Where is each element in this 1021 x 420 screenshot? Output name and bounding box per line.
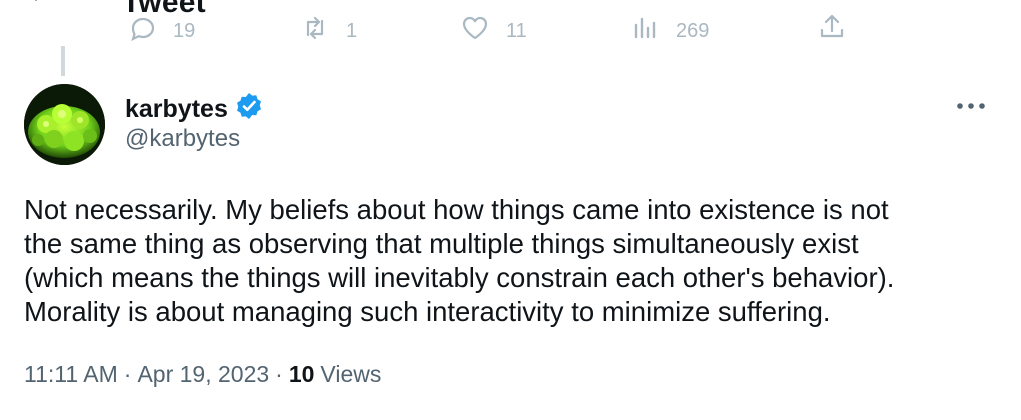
separator: · — [275, 361, 283, 387]
share-button[interactable] — [817, 12, 847, 48]
share-icon — [817, 12, 847, 48]
reply-button[interactable]: 19 — [127, 13, 195, 49]
separator: · — [123, 361, 132, 387]
view-count: 10 — [288, 361, 315, 387]
author-handle[interactable]: @karbytes — [125, 125, 240, 153]
views-label: Views — [320, 361, 382, 387]
more-icon — [955, 103, 987, 124]
reply-icon — [127, 13, 157, 49]
back-arrow-icon[interactable] — [22, 0, 62, 16]
tweet-date[interactable]: Apr 19, 2023 — [137, 361, 269, 388]
thread-connector-line — [61, 46, 65, 76]
verified-badge-icon — [234, 91, 264, 128]
tweet-meta: 11:11 AM · Apr 19, 2023 · 10 Views — [24, 361, 381, 388]
author-name-row[interactable]: karbytes — [125, 91, 264, 128]
reply-count: 19 — [173, 19, 196, 42]
tweet-time[interactable]: 11:11 AM — [24, 361, 118, 388]
bar-chart-icon — [630, 13, 660, 49]
views-button[interactable]: 269 — [630, 13, 709, 49]
like-count: 11 — [506, 19, 527, 42]
heart-icon — [460, 13, 490, 49]
avatar[interactable] — [24, 84, 105, 165]
retweet-button[interactable]: 1 — [300, 13, 357, 49]
tweet-text: Not necessarily. My beliefs about how th… — [24, 194, 895, 327]
retweet-count: 1 — [346, 19, 358, 42]
like-button[interactable]: 11 — [460, 13, 527, 49]
retweet-icon — [300, 13, 330, 49]
views-count: 269 — [676, 19, 710, 42]
display-name[interactable]: karbytes — [125, 95, 228, 124]
more-options-button[interactable] — [955, 92, 987, 120]
